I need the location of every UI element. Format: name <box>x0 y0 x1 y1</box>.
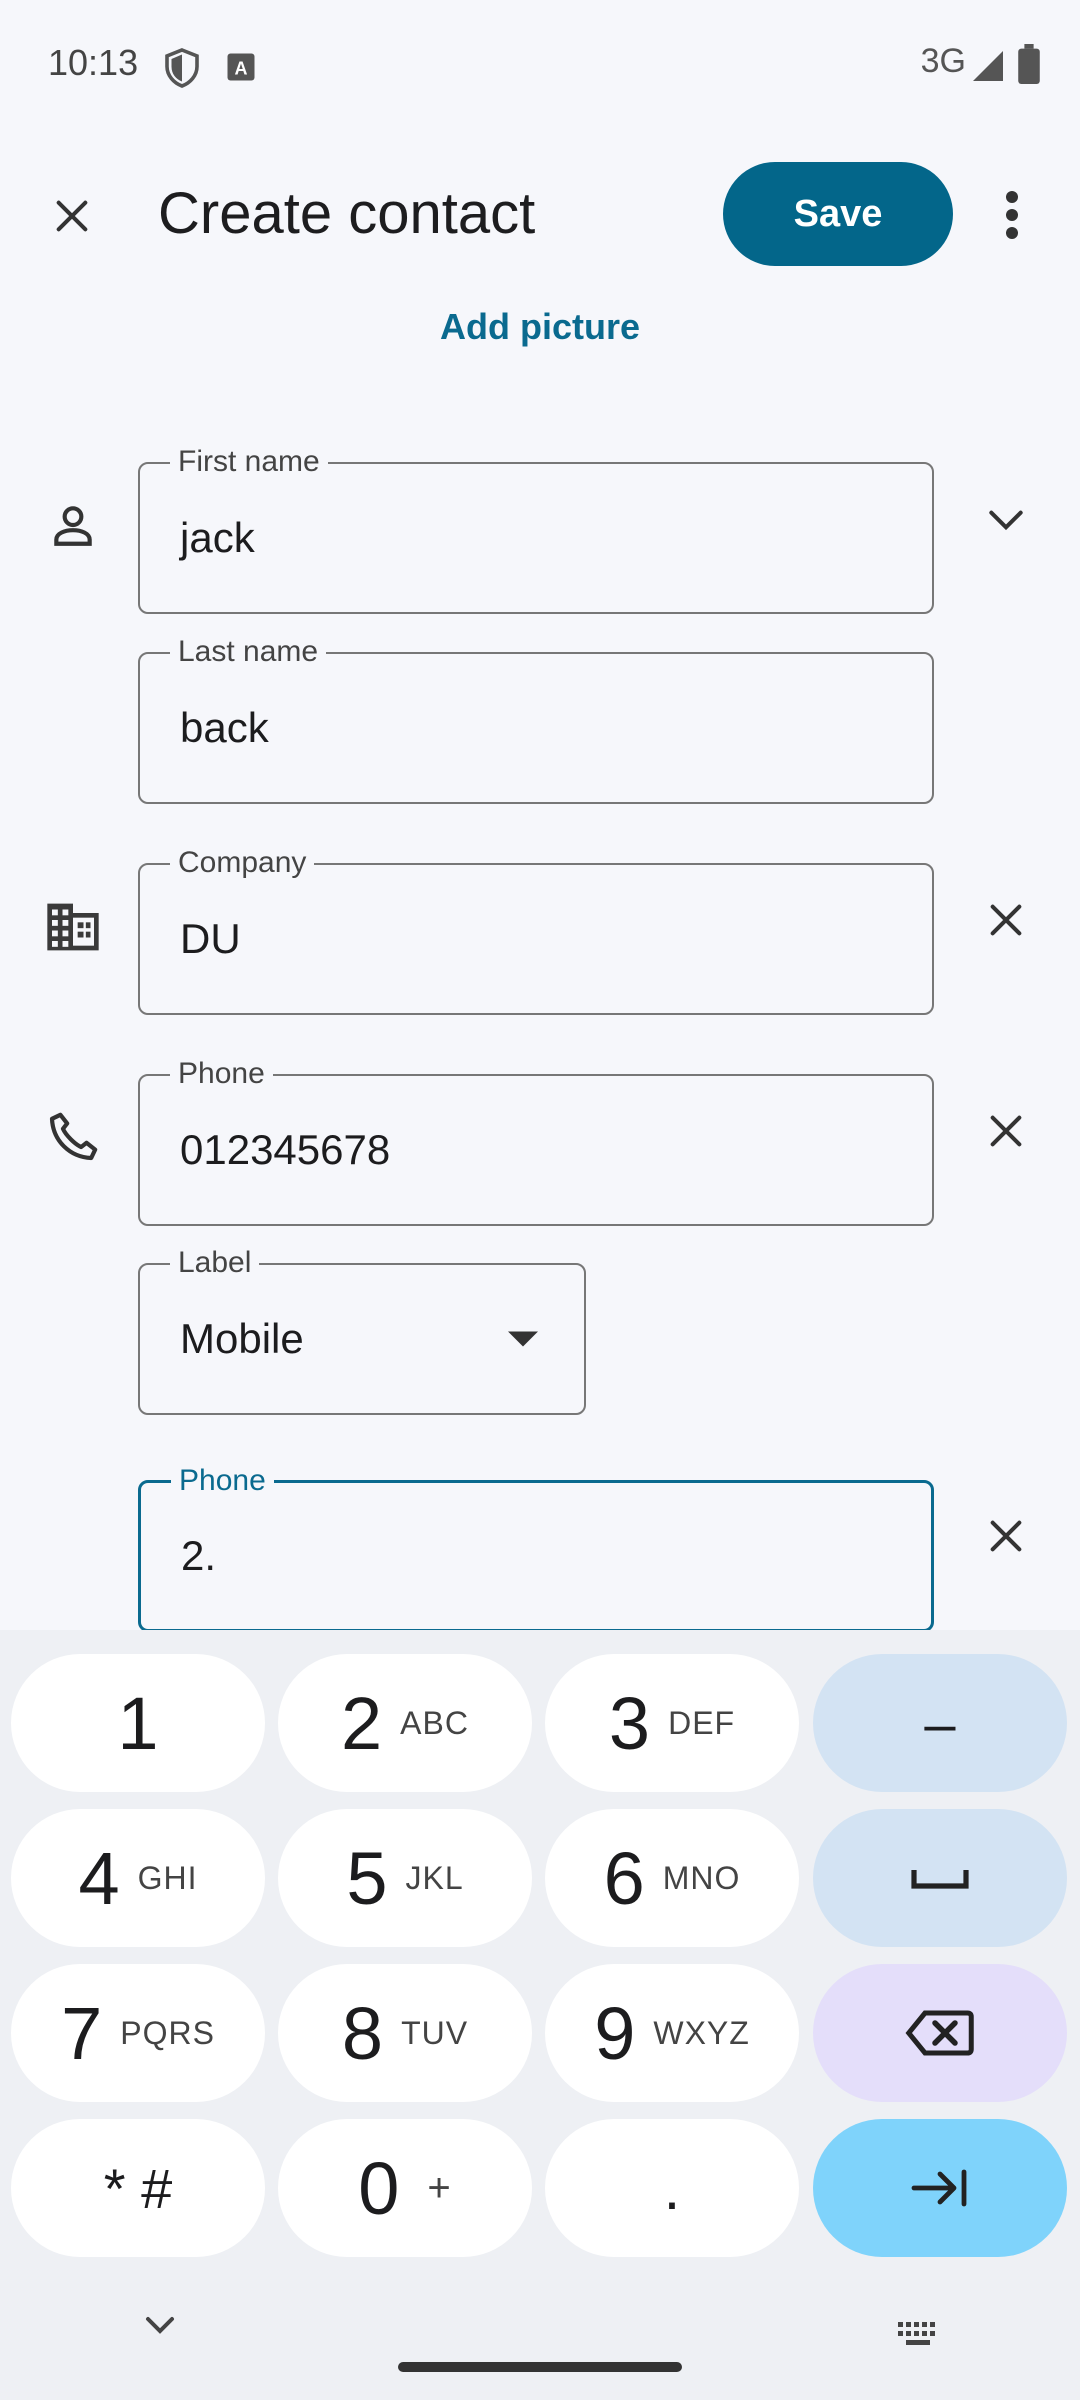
backspace-icon <box>905 2010 974 2056</box>
key-letters: MNO <box>662 1859 741 1896</box>
phone-field-2[interactable]: Phone 2. <box>138 1466 934 1632</box>
key-2[interactable]: 2 ABC <box>278 1654 532 1792</box>
key-letters: ABC <box>400 1704 469 1741</box>
last-name-label: Last name <box>170 637 327 667</box>
key-star-hash[interactable]: * # <box>11 2119 265 2257</box>
dropdown-arrow-icon <box>508 1331 538 1352</box>
key-minus[interactable]: – <box>813 1654 1067 1792</box>
key-8[interactable]: 8 TUV <box>278 1964 532 2102</box>
key-period[interactable]: . <box>545 2119 799 2257</box>
key-number: 3 <box>608 1681 651 1765</box>
key-9[interactable]: 9 WXYZ <box>545 1964 799 2102</box>
key-0[interactable]: 0 + <box>278 2119 532 2257</box>
shield-icon <box>164 48 200 93</box>
space-bar-icon <box>911 1870 969 1889</box>
numeric-keyboard: 1 2 ABC 3 DEF – 4 GHI 5 JKL 6 MNO 7 PQRS… <box>0 1630 1080 2400</box>
company-value: DU <box>180 915 241 962</box>
key-6[interactable]: 6 MNO <box>545 1809 799 1947</box>
close-button[interactable] <box>40 184 104 248</box>
more-options-button[interactable] <box>982 180 1042 250</box>
business-icon <box>42 898 104 956</box>
close-icon <box>990 1520 1022 1552</box>
remove-company-button[interactable] <box>970 884 1042 956</box>
key-number: 5 <box>346 1836 388 1920</box>
key-next[interactable] <box>813 2119 1067 2257</box>
signal-icon <box>970 48 1006 89</box>
chevron-down-icon <box>989 510 1023 531</box>
save-button[interactable]: Save <box>723 162 953 266</box>
expand-name-button[interactable] <box>970 484 1042 556</box>
first-name-label: First name <box>170 447 328 477</box>
svg-text:A: A <box>235 59 248 79</box>
key-number: 8 <box>341 1991 384 2075</box>
key-number: 1 <box>117 1681 159 1765</box>
home-indicator[interactable] <box>398 2362 682 2372</box>
key-plus: + <box>427 2165 452 2210</box>
page-title: Create contact <box>158 181 536 246</box>
phone-type-value: Mobile <box>180 1315 304 1362</box>
person-icon <box>44 496 102 554</box>
battery-icon <box>1018 44 1040 89</box>
phone-value-1: 012345678 <box>180 1126 391 1173</box>
key-backspace[interactable] <box>813 1964 1067 2102</box>
close-icon <box>56 200 88 232</box>
tab-next-icon <box>911 2169 967 2207</box>
company-label: Company <box>170 848 315 878</box>
key-letters: TUV <box>401 2014 469 2051</box>
company-field[interactable]: Company DU <box>138 848 934 1015</box>
hide-keyboard-button[interactable] <box>140 2310 180 2345</box>
key-7[interactable]: 7 PQRS <box>11 1964 265 2102</box>
remove-phone-1-button[interactable] <box>970 1095 1042 1167</box>
key-letters: WXYZ <box>653 2014 750 2051</box>
chevron-down-icon <box>146 2317 174 2334</box>
key-4[interactable]: 4 GHI <box>11 1809 265 1947</box>
last-name-field[interactable]: Last name back <box>138 637 934 804</box>
key-symbol: * # <box>103 2156 173 2220</box>
keyboard-icon <box>898 2322 935 2345</box>
key-number: 7 <box>61 1991 103 2075</box>
key-letters: GHI <box>137 1859 198 1896</box>
phone-value-2: 2. <box>181 1532 217 1579</box>
key-symbol: . <box>663 2154 681 2222</box>
switch-keyboard-button[interactable] <box>898 2322 942 2351</box>
phone-type-label: Label <box>170 1248 260 1278</box>
close-icon <box>990 904 1022 936</box>
key-letters: DEF <box>668 1704 736 1741</box>
network-type: 3G <box>920 42 966 80</box>
key-number: 9 <box>594 1991 636 2075</box>
key-number: 4 <box>78 1836 120 1920</box>
accessibility-a-icon: A <box>226 52 256 87</box>
key-1[interactable]: 1 <box>11 1654 265 1792</box>
key-letters: JKL <box>405 1859 464 1896</box>
add-picture-link[interactable]: Add picture <box>0 306 1080 348</box>
remove-phone-2-button[interactable] <box>970 1500 1042 1572</box>
key-5[interactable]: 5 JKL <box>278 1809 532 1947</box>
status-time: 10:13 <box>48 42 139 83</box>
phone-icon <box>44 1108 102 1166</box>
phone-field-1[interactable]: Phone 012345678 <box>138 1059 934 1226</box>
last-name-value: back <box>180 704 269 751</box>
key-symbol: – <box>924 1691 956 1755</box>
key-3[interactable]: 3 DEF <box>545 1654 799 1792</box>
key-number: 6 <box>603 1836 645 1920</box>
first-name-field[interactable]: First name jack <box>138 447 934 614</box>
more-vert-icon <box>1006 191 1018 239</box>
key-number: 0 <box>358 2146 400 2230</box>
key-number: 2 <box>341 1681 383 1765</box>
key-letters: PQRS <box>120 2014 215 2051</box>
phone-type-dropdown[interactable]: Label Mobile <box>138 1248 586 1415</box>
first-name-value: jack <box>180 514 255 561</box>
phone-label-2: Phone <box>171 1466 274 1496</box>
phone-label-1: Phone <box>170 1059 273 1089</box>
close-icon <box>990 1115 1022 1147</box>
key-space[interactable] <box>813 1809 1067 1947</box>
